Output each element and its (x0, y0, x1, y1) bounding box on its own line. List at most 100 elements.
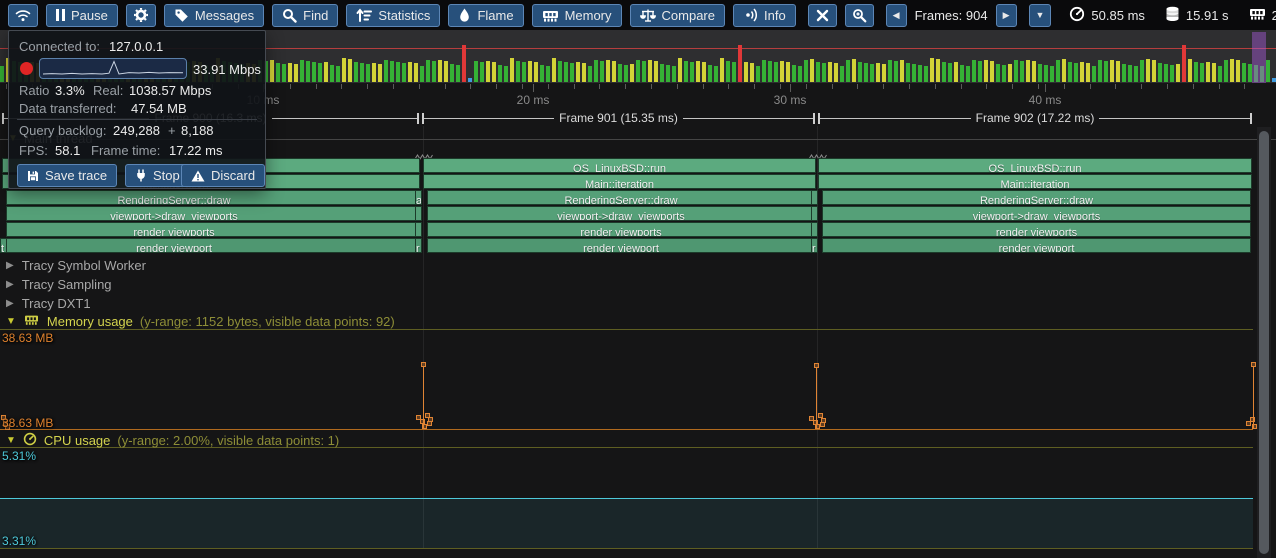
memory-plot-range: (y-range: 1152 bytes, visible data point… (140, 314, 395, 329)
frame-bar (1002, 65, 1006, 82)
zone-bar[interactable]: RenderingServer::draw (822, 190, 1251, 205)
frame-line (683, 118, 813, 119)
frame-bar (570, 63, 574, 82)
cpu-bottom-value: 3.31% (2, 534, 36, 548)
zone-fragment[interactable]: r (811, 238, 818, 253)
flame-button[interactable]: Flame (448, 4, 523, 27)
frame-bar (420, 66, 424, 82)
zone-bar[interactable]: viewport->draw_viewports (427, 206, 815, 221)
frame-dropdown-button[interactable]: ▼ (1029, 4, 1052, 27)
next-frame-button[interactable]: ▶ (996, 4, 1017, 27)
connection-button[interactable] (8, 4, 38, 27)
zone-bar[interactable]: render viewports (822, 222, 1251, 237)
zone-bar[interactable]: render viewports (6, 222, 419, 237)
zone-fragment[interactable] (415, 206, 422, 221)
frame-band-segment[interactable]: Frame 902 (17.22 ms) (818, 110, 1252, 126)
frame-bar (792, 65, 796, 82)
plot-divider (0, 548, 1253, 549)
frame-bar (474, 61, 478, 82)
zone-bar[interactable]: render viewport (427, 238, 815, 253)
axis-label: 20 ms (517, 93, 550, 107)
thread-label: Tracy Symbol Worker (22, 258, 146, 273)
zone-label: RenderingServer::draw (980, 195, 1093, 205)
real-value: 1038.57 Mbps (129, 83, 211, 98)
find-button[interactable]: Find (272, 4, 338, 27)
thread-header-collapsed[interactable]: ▶Tracy Sampling (6, 277, 112, 292)
thread-header-collapsed[interactable]: ▶Tracy Symbol Worker (6, 258, 146, 273)
memory-bottom-value: 38.63 MB (2, 416, 53, 430)
zone-bar[interactable]: OS_LinuxBSD::run (423, 158, 816, 173)
frame-bar (666, 65, 670, 82)
frame-bar (972, 60, 976, 82)
zone-bar[interactable]: Main::iteration (423, 174, 816, 189)
frame-bar (906, 63, 910, 82)
memory-marker (1250, 417, 1255, 422)
zone-label: viewport->draw_viewports (557, 211, 684, 221)
frame-bar (1128, 65, 1132, 82)
thread-header-collapsed[interactable]: ▶Tracy DXT1 (6, 296, 91, 311)
zone-bar[interactable]: render viewport (822, 238, 1251, 253)
sort-bars-icon (356, 8, 372, 23)
zone-label: r (812, 243, 816, 253)
frame-bar (1146, 59, 1150, 82)
axis-tick (419, 84, 420, 89)
memory-chip-icon (1249, 6, 1266, 24)
zone-bar[interactable]: OS_LinuxBSD::run (818, 158, 1252, 173)
save-trace-button[interactable]: Save trace (17, 164, 117, 187)
memory-plot-header[interactable]: ▼ Memory usage (y-range: 1152 bytes, vis… (6, 313, 395, 329)
frame-band-segment[interactable]: Frame 901 (15.35 ms) (422, 110, 815, 126)
frame-bar (786, 62, 790, 82)
axis-major-tick (1045, 84, 1046, 92)
messages-button[interactable]: Messages (164, 4, 264, 27)
zone-bar[interactable]: render viewports (427, 222, 815, 237)
frame-bar (1176, 64, 1180, 82)
memory-marker (815, 424, 820, 429)
memory-marker (422, 424, 427, 429)
zone-bar[interactable]: viewport->draw_viewports (6, 206, 419, 221)
right-arrow-icon: ▶ (1003, 11, 1010, 20)
cpu-plot-header[interactable]: ▼ CPU usage (y-range: 2.00%, visible dat… (6, 432, 339, 449)
zone-bar[interactable]: RenderingServer::draw (6, 190, 419, 205)
zone-bar[interactable]: Main::iteration (818, 174, 1252, 189)
zone-bar[interactable]: render viewport (6, 238, 419, 253)
zone-fragment[interactable] (811, 190, 818, 205)
zone-fragment[interactable] (415, 222, 422, 237)
zone-label: Main::iteration (585, 179, 654, 189)
settings-button[interactable] (126, 4, 156, 27)
scrollbar-thumb[interactable] (1259, 131, 1269, 554)
zone-bar[interactable]: viewport->draw_viewports (822, 206, 1251, 221)
zone-fragment[interactable]: a (415, 190, 422, 205)
axis-tick (703, 84, 704, 89)
zoom-button[interactable] (845, 4, 874, 27)
compare-button[interactable]: Compare (630, 4, 725, 27)
zone-fragment[interactable]: r (415, 238, 422, 253)
cpu-plot-range: (y-range: 2.00%, visible data points: 1) (117, 433, 339, 448)
memory-marker (421, 362, 426, 367)
plug-icon (135, 169, 147, 182)
zone-fragment[interactable]: t (0, 238, 7, 253)
zone-label: OS_LinuxBSD::run (573, 163, 666, 173)
memory-baseline (0, 429, 1253, 430)
axis-tick (367, 84, 368, 89)
memory-button[interactable]: Memory (532, 4, 622, 27)
axis-tick (1167, 84, 1168, 89)
pause-button[interactable]: Pause (46, 4, 118, 27)
backlog-label: Query backlog: (19, 123, 106, 138)
frame-bar (438, 60, 442, 82)
memory-chip-icon (542, 8, 559, 23)
zone-bar[interactable]: RenderingServer::draw (427, 190, 815, 205)
zone-label: render viewports (580, 227, 661, 237)
axis-tick (496, 84, 497, 89)
discard-button[interactable]: Discard (181, 164, 265, 187)
zone-fragment[interactable] (811, 206, 818, 221)
prev-frame-button[interactable]: ◀ (886, 4, 907, 27)
axis-tick (1219, 84, 1220, 89)
zone-fragment[interactable] (811, 222, 818, 237)
statistics-button[interactable]: Statistics (346, 4, 440, 27)
tools-button[interactable] (808, 4, 837, 27)
info-button[interactable]: Info (733, 4, 796, 27)
frame-bar (600, 61, 604, 82)
frame-bar (1152, 60, 1156, 82)
elapsed-value: 15.91 s (1186, 8, 1229, 23)
frame-bar (576, 62, 580, 82)
